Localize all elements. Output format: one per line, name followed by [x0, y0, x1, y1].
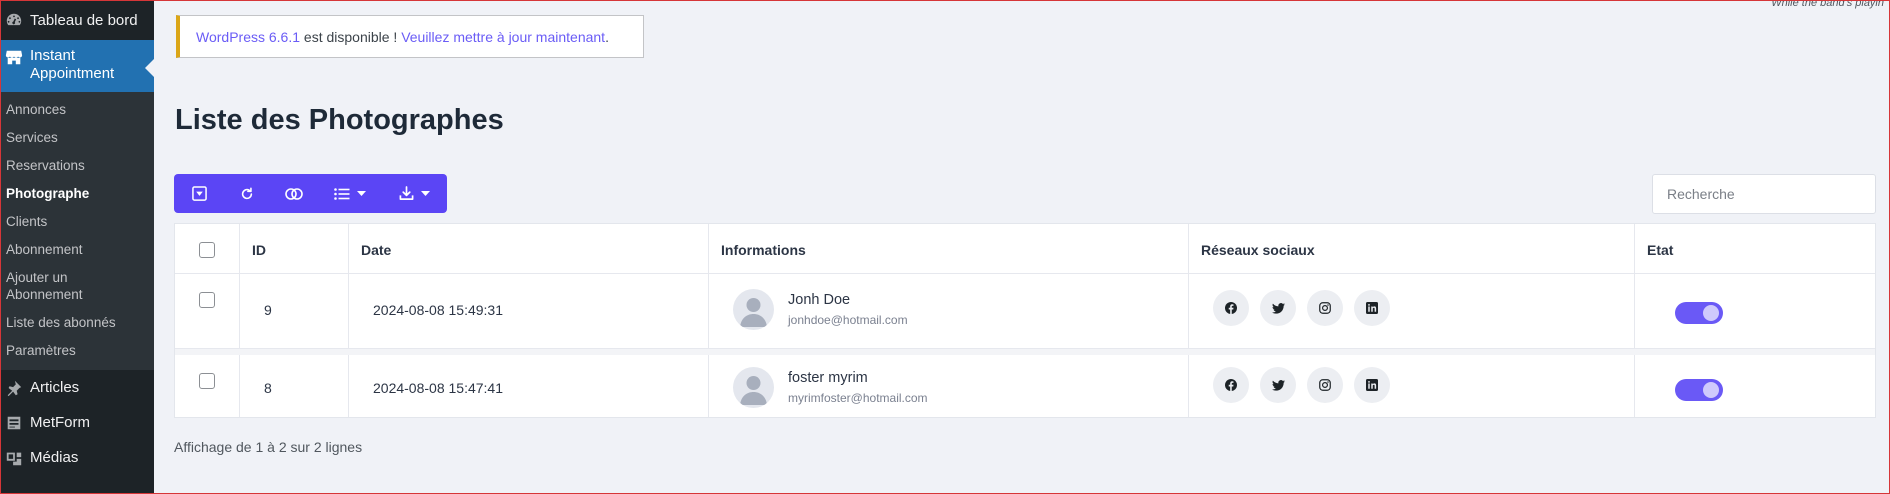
- row-id: 8: [264, 380, 272, 396]
- row-checkbox[interactable]: [199, 292, 215, 308]
- row-checkbox[interactable]: [199, 373, 215, 389]
- facebook-icon[interactable]: [1213, 290, 1249, 326]
- facebook-icon[interactable]: [1213, 367, 1249, 403]
- row-social-cell: [1189, 355, 1635, 417]
- submenu-item-clients[interactable]: Clients: [0, 213, 154, 230]
- sidebar-item-label: MetForm: [30, 414, 90, 431]
- submenu-item-services[interactable]: Services: [0, 129, 154, 146]
- row-info-cell: Jonh Doe jonhdoe@hotmail.com: [709, 274, 1189, 348]
- header-informations[interactable]: Informations: [709, 224, 1189, 273]
- sidebar-item-medias[interactable]: Médias: [0, 440, 154, 475]
- refresh-button[interactable]: [224, 174, 270, 213]
- submenu-item-liste-abonnes[interactable]: Liste des abonnés: [0, 314, 154, 331]
- sidebar-item-label: Articles: [30, 379, 80, 396]
- table-row: 8 2024-08-08 15:47:41 foster myrim myrim…: [175, 349, 1875, 417]
- user-name: foster myrim: [788, 370, 868, 386]
- active-arrow: [145, 59, 154, 77]
- toggle-view-icon: [285, 187, 303, 200]
- instagram-icon[interactable]: [1307, 367, 1343, 403]
- user-placeholder-icon: [740, 298, 767, 327]
- row-id-cell: 8: [240, 355, 349, 417]
- header-state[interactable]: Etat: [1635, 224, 1875, 273]
- row-id-cell: 9: [240, 274, 349, 348]
- sidebar-item-articles[interactable]: Articles: [0, 370, 154, 405]
- state-toggle[interactable]: [1675, 302, 1723, 324]
- admin-sidebar: Tableau de bord Instant Appointment Anno…: [0, 0, 154, 494]
- sidebar-item-instant-appointment[interactable]: Instant Appointment: [0, 40, 154, 92]
- row-date-cell: 2024-08-08 15:49:31: [349, 274, 709, 348]
- linkedin-icon[interactable]: [1354, 367, 1390, 403]
- row-state-cell: [1635, 355, 1875, 417]
- search-input[interactable]: [1652, 174, 1876, 214]
- avatar: [733, 289, 774, 330]
- caret-down-icon: [421, 190, 430, 197]
- now-playing-text: While the band's playin: [1771, 0, 1884, 9]
- header-id[interactable]: ID: [240, 224, 349, 273]
- update-notice: WordPress 6.6.1 est disponible ! Veuille…: [176, 15, 644, 58]
- submenu-item-annonces[interactable]: Annonces: [0, 101, 154, 118]
- toggle-filter-icon: [191, 186, 207, 201]
- row-state-cell: [1635, 274, 1875, 348]
- user-placeholder-icon: [740, 376, 767, 405]
- state-toggle[interactable]: [1675, 379, 1723, 401]
- notice-text: est disponible !: [300, 29, 402, 45]
- sidebar-item-label-line1: Instant: [30, 47, 76, 64]
- form-icon: [4, 413, 24, 433]
- twitter-icon[interactable]: [1260, 367, 1296, 403]
- columns-list-icon: [334, 187, 350, 200]
- user-email: jonhdoe@hotmail.com: [788, 313, 908, 327]
- dashboard-icon: [4, 10, 24, 30]
- row-social-cell: [1189, 274, 1635, 348]
- avatar: [733, 367, 774, 408]
- toggle-filter-button[interactable]: [174, 174, 224, 213]
- pagination-info: Affichage de 1 à 2 sur 2 lignes: [174, 439, 363, 455]
- sidebar-item-label: Tableau de bord: [30, 11, 138, 29]
- wordpress-version-link[interactable]: WordPress 6.6.1: [196, 29, 300, 45]
- photographers-table: ID Date Informations Réseaux sociaux Eta…: [174, 223, 1876, 418]
- toggle-knob: [1703, 382, 1719, 398]
- export-dropdown-button[interactable]: [382, 174, 447, 213]
- row-checkbox-cell: [175, 355, 240, 417]
- sidebar-item-label: Médias: [30, 449, 79, 466]
- sidebar-item-metform[interactable]: MetForm: [0, 405, 154, 440]
- select-all-checkbox[interactable]: [199, 242, 215, 258]
- columns-dropdown-button[interactable]: [318, 174, 382, 213]
- submenu-item-ajouter-abonnement[interactable]: Ajouter un Abonnement: [0, 269, 100, 303]
- notice-end: .: [605, 29, 609, 45]
- instagram-icon[interactable]: [1307, 290, 1343, 326]
- linkedin-icon[interactable]: [1354, 290, 1390, 326]
- twitter-icon[interactable]: [1260, 290, 1296, 326]
- sidebar-item-label-line2: Appointment: [30, 65, 115, 82]
- submenu-item-photographe[interactable]: Photographe: [0, 185, 154, 202]
- table-header-row: ID Date Informations Réseaux sociaux Eta…: [175, 224, 1875, 274]
- update-now-link[interactable]: Veuillez mettre à jour maintenant: [401, 29, 605, 45]
- user-name: Jonh Doe: [788, 292, 851, 308]
- row-info-cell: foster myrim myrimfoster@hotmail.com: [709, 355, 1189, 417]
- table-row: 9 2024-08-08 15:49:31 Jonh Doe jonhdoe@h…: [175, 274, 1875, 349]
- row-id: 9: [264, 302, 272, 318]
- store-icon: [4, 47, 24, 67]
- row-date: 2024-08-08 15:49:31: [373, 302, 503, 318]
- toggle-knob: [1703, 305, 1719, 321]
- caret-down-icon: [357, 190, 366, 197]
- submenu-item-abonnement[interactable]: Abonnement: [0, 241, 154, 258]
- row-date-cell: 2024-08-08 15:47:41: [349, 355, 709, 417]
- row-checkbox-cell: [175, 274, 240, 348]
- download-icon: [399, 186, 414, 201]
- toggle-view-button[interactable]: [270, 174, 318, 213]
- refresh-icon: [240, 187, 254, 201]
- header-social-networks[interactable]: Réseaux sociaux: [1189, 224, 1635, 273]
- sidebar-submenu: Annonces Services Reservations Photograp…: [0, 92, 154, 370]
- row-date: 2024-08-08 15:47:41: [373, 380, 503, 396]
- user-email: myrimfoster@hotmail.com: [788, 391, 928, 405]
- sidebar-item-dashboard[interactable]: Tableau de bord: [0, 0, 154, 40]
- page-title: Liste des Photographes: [175, 104, 504, 136]
- header-date[interactable]: Date: [349, 224, 709, 273]
- submenu-item-reservations[interactable]: Reservations: [0, 157, 154, 174]
- header-checkbox-cell: [175, 224, 240, 273]
- media-icon: [4, 448, 24, 468]
- pin-icon: [4, 378, 24, 398]
- table-toolbar: [174, 174, 447, 213]
- submenu-item-parametres[interactable]: Paramètres: [0, 342, 154, 359]
